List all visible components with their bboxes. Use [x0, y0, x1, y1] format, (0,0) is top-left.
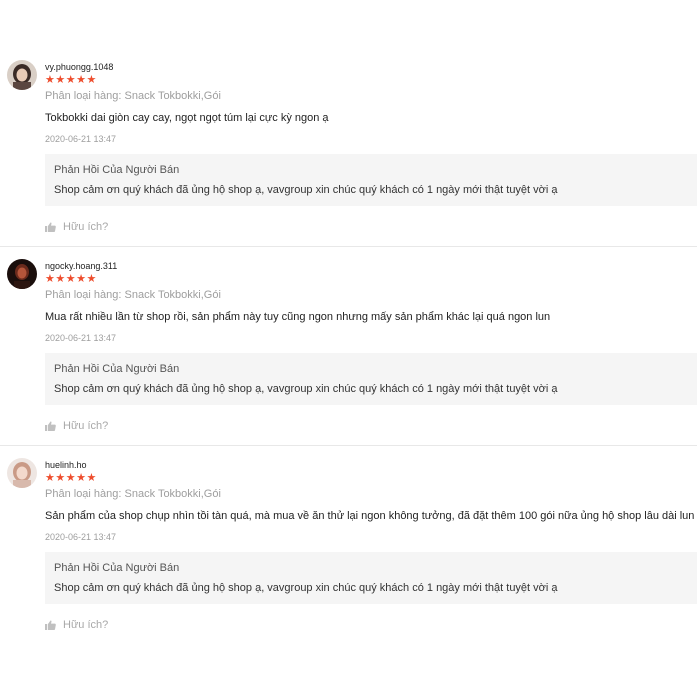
thumbs-up-icon	[45, 620, 56, 630]
thumbs-up-icon	[45, 222, 56, 232]
seller-reply-text: Shop cảm ơn quý khách đã ủng hộ shop ạ, …	[54, 582, 558, 594]
product-variation: Phân loại hàng: Snack Tokbokki,Gói	[45, 289, 221, 301]
reviewer-username[interactable]: huelinh.ho	[45, 460, 87, 470]
avatar[interactable]	[7, 458, 37, 488]
review-time: 2020-06-21 13:47	[45, 333, 117, 343]
avatar[interactable]	[7, 60, 37, 90]
seller-reply-title: Phản Hồi Của Người Bán	[54, 164, 180, 176]
review-item: vy.phuongg.1048 ★★★★★ Phân loại hàng: Sn…	[0, 48, 697, 247]
seller-reply: Phản Hồi Của Người Bán Shop cảm ơn quý k…	[45, 154, 697, 206]
helpful-label: Hữu ích?	[63, 619, 109, 631]
thumbs-up-icon	[45, 421, 56, 431]
seller-reply-title: Phản Hồi Của Người Bán	[54, 562, 180, 574]
rating-stars: ★★★★★	[45, 472, 97, 484]
seller-reply-title: Phản Hồi Của Người Bán	[54, 363, 180, 375]
seller-reply: Phản Hồi Của Người Bán Shop cảm ơn quý k…	[45, 552, 697, 604]
helpful-label: Hữu ích?	[63, 420, 109, 432]
review-time: 2020-06-21 13:47	[45, 532, 117, 542]
review-time: 2020-06-21 13:47	[45, 134, 117, 144]
reviewer-username[interactable]: ngocky.hoang.311	[45, 261, 117, 271]
review-comment: Sản phẩm của shop chụp nhìn tồi tàn quá,…	[45, 510, 697, 522]
helpful-label: Hữu ích?	[63, 221, 109, 233]
rating-stars: ★★★★★	[45, 74, 97, 86]
helpful-button[interactable]: Hữu ích?	[45, 420, 108, 432]
helpful-button[interactable]: Hữu ích?	[45, 619, 108, 631]
review-comment: Tokbokki dai giòn cay cay, ngọt ngọt túm…	[45, 112, 329, 124]
seller-reply: Phản Hồi Của Người Bán Shop cảm ơn quý k…	[45, 353, 697, 405]
review-item: ngocky.hoang.311 ★★★★★ Phân loại hàng: S…	[0, 247, 697, 446]
rating-stars: ★★★★★	[45, 273, 97, 285]
seller-reply-text: Shop cảm ơn quý khách đã ủng hộ shop ạ, …	[54, 383, 558, 395]
review-comment: Mua rất nhiều lần từ shop rồi, sản phẩm …	[45, 311, 551, 323]
product-variation: Phân loại hàng: Snack Tokbokki,Gói	[45, 488, 221, 500]
review-item: huelinh.ho ★★★★★ Phân loại hàng: Snack T…	[0, 446, 697, 645]
avatar[interactable]	[7, 259, 37, 289]
reviewer-username[interactable]: vy.phuongg.1048	[45, 62, 113, 72]
seller-reply-text: Shop cảm ơn quý khách đã ủng hộ shop ạ, …	[54, 184, 558, 196]
helpful-button[interactable]: Hữu ích?	[45, 221, 108, 233]
product-variation: Phân loại hàng: Snack Tokbokki,Gói	[45, 90, 221, 102]
